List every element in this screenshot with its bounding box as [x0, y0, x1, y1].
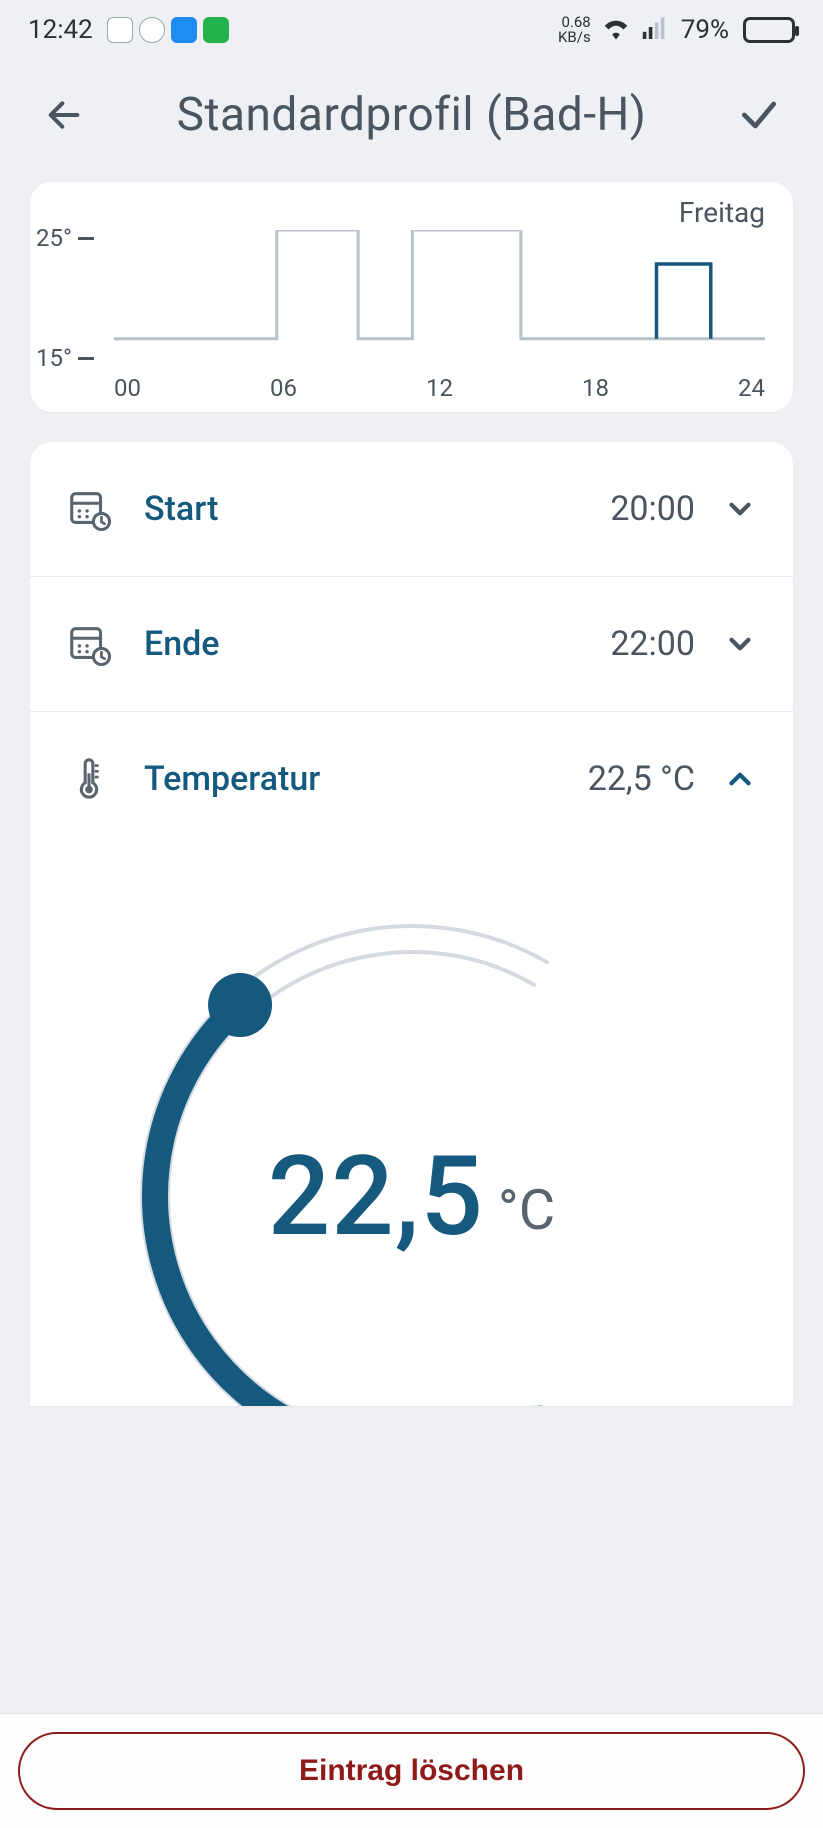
dial-readout: 22,5 °C: [132, 916, 692, 1406]
chevron-up-icon: [723, 762, 757, 796]
status-time: 12:42: [28, 15, 93, 45]
x-tick: 06: [270, 374, 297, 402]
schedule-chart-card: Freitag 25° 15° 00 06 12 18 24: [30, 182, 793, 412]
temperature-dial-area: 22,5 °C: [30, 846, 793, 1406]
temperature-dial[interactable]: 22,5 °C: [132, 916, 692, 1406]
start-value: 20:00: [610, 489, 695, 529]
status-app-icon: [171, 17, 197, 43]
back-button[interactable]: [40, 91, 88, 139]
page-header: Standardprofil (Bad-H): [0, 60, 823, 182]
chevron-down-icon: [723, 492, 757, 526]
y-tick-label: 15°: [36, 344, 72, 372]
signal-icon: [641, 15, 671, 46]
status-app-icons: [107, 17, 229, 43]
temperature-row[interactable]: Temperatur 22,5 °C: [30, 712, 793, 846]
chart-plot[interactable]: [114, 230, 765, 366]
battery-percent: 79%: [681, 15, 729, 45]
status-left: 12:42: [28, 15, 229, 45]
delete-entry-button[interactable]: Eintrag löschen: [18, 1732, 805, 1810]
end-time-row[interactable]: Ende 22:00: [30, 577, 793, 712]
status-right: 0.68 KB/s 79%: [558, 14, 795, 47]
settings-card: Start 20:00 Ende 22:00: [30, 442, 793, 1406]
temperature-value: 22,5 °C: [588, 759, 695, 799]
x-axis: 00 06 12 18 24: [114, 374, 765, 402]
thermometer-icon: [66, 756, 112, 802]
start-time-row[interactable]: Start 20:00: [30, 442, 793, 577]
status-app-icon: [107, 17, 133, 43]
x-tick: 18: [582, 374, 609, 402]
dial-unit: °C: [498, 1177, 555, 1243]
network-rate: 0.68 KB/s: [558, 15, 591, 45]
start-label: Start: [144, 489, 218, 529]
status-app-icon: [203, 17, 229, 43]
wifi-icon: [601, 14, 631, 47]
x-tick: 24: [738, 374, 765, 402]
chart-body: 25° 15°: [30, 230, 765, 366]
x-tick: 00: [114, 374, 141, 402]
x-tick: 12: [426, 374, 453, 402]
chart-day-label: Freitag: [679, 196, 765, 229]
calendar-clock-icon: [66, 486, 112, 532]
status-bar: 12:42 0.68 KB/s 79%: [0, 0, 823, 60]
page-title: Standardprofil (Bad-H): [177, 88, 647, 142]
status-app-icon: [139, 17, 165, 43]
arrow-left-icon: [44, 95, 84, 135]
calendar-clock-icon: [66, 621, 112, 667]
dial-value: 22,5: [268, 1132, 484, 1261]
delete-bar: Eintrag löschen: [0, 1713, 823, 1828]
check-icon: [737, 93, 781, 137]
chevron-down-icon: [723, 627, 757, 661]
y-tick-label: 25°: [36, 224, 72, 252]
temperature-label: Temperatur: [144, 759, 320, 799]
y-tick-high: 25°: [36, 224, 94, 252]
end-label: Ende: [144, 624, 220, 664]
y-tick-low: 15°: [36, 344, 94, 372]
confirm-button[interactable]: [735, 91, 783, 139]
end-value: 22:00: [610, 624, 695, 664]
battery-icon: [743, 17, 795, 43]
network-rate-unit: KB/s: [558, 30, 591, 45]
